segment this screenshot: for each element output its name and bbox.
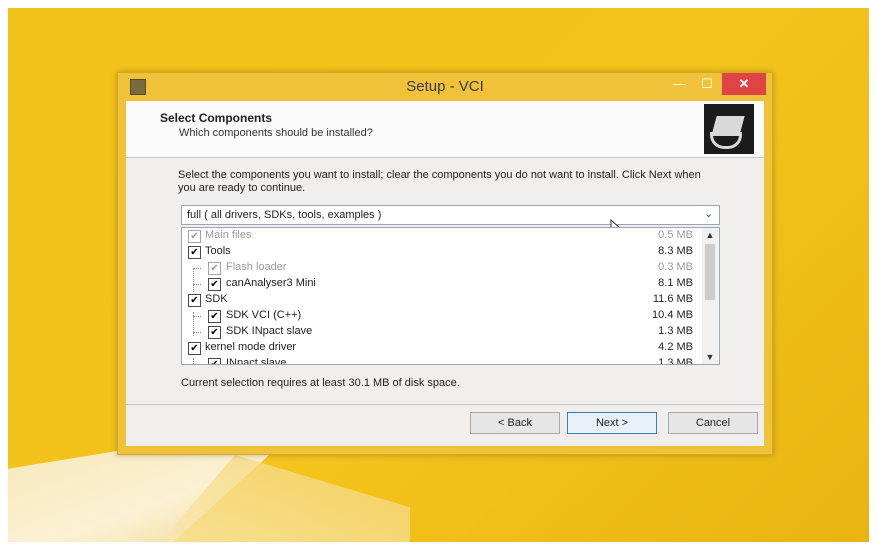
install-type-dropdown[interactable]: full ( all drivers, SDKs, tools, example… (181, 205, 720, 225)
component-label: SDK VCI (C++) (226, 309, 302, 321)
component-size: 4.2 MB (658, 341, 693, 353)
wizard-client-area: Select Components Which components shoul… (126, 101, 764, 446)
back-button[interactable]: < Back (470, 412, 560, 434)
component-checkbox[interactable]: ✔ (208, 278, 221, 291)
disk-space-text: Current selection requires at least 30.1… (181, 377, 460, 389)
close-button[interactable]: ✕ (722, 73, 766, 95)
component-size: 11.6 MB (652, 293, 693, 305)
setup-window: Setup - VCI — ☐ ✕ Select Components Whic… (117, 72, 773, 455)
component-checkbox[interactable]: ✔ (188, 246, 201, 259)
component-size: 10.4 MB (652, 309, 693, 321)
component-label: Tools (205, 245, 231, 257)
component-size: 1.3 MB (658, 325, 693, 337)
component-row-inpact-slave[interactable]: ✔ INpact slave 1.3 MB (182, 356, 702, 365)
disk-install-icon (704, 104, 754, 154)
scroll-thumb[interactable] (705, 244, 715, 300)
component-checkbox[interactable]: ✔ (208, 358, 221, 364)
component-size: 0.5 MB (658, 229, 693, 241)
component-label: SDK (205, 293, 228, 305)
photo-bezel-bottom (0, 542, 877, 550)
component-checkbox[interactable]: ✔ (188, 342, 201, 355)
page-title: Select Components (160, 111, 273, 125)
component-row-sdk-inpact-slave[interactable]: ✔ SDK INpact slave 1.3 MB (182, 324, 702, 340)
title-bar[interactable]: Setup - VCI — ☐ ✕ (118, 73, 772, 101)
component-row-kernel-mode-driver[interactable]: ✔ kernel mode driver 4.2 MB (182, 340, 702, 356)
component-label: SDK INpact slave (226, 325, 313, 337)
next-button[interactable]: Next > (567, 412, 657, 434)
components-list[interactable]: ✔ Main files 0.5 MB ✔ Tools 8.3 MB ✔ Fla… (181, 227, 720, 365)
wizard-header: Select Components Which components shoul… (126, 101, 764, 158)
component-checkbox[interactable]: ✔ (208, 262, 221, 275)
photo-bezel-right (869, 0, 877, 550)
component-size: 0.3 MB (658, 261, 693, 273)
page-subtitle: Which components should be installed? (179, 127, 373, 139)
install-type-selected: full ( all drivers, SDKs, tools, example… (187, 209, 382, 221)
chevron-down-icon[interactable]: ⌄ (704, 205, 713, 223)
footer-divider (126, 404, 764, 405)
component-row-tools[interactable]: ✔ Tools 8.3 MB (182, 244, 702, 260)
maximize-button[interactable]: ☐ (694, 73, 720, 95)
component-checkbox[interactable]: ✔ (188, 230, 201, 243)
photo-bezel-top (0, 0, 877, 8)
instructions-text: Select the components you want to instal… (178, 169, 701, 194)
scroll-down-icon[interactable]: ▼ (702, 350, 718, 364)
component-label: INpact slave (226, 357, 287, 365)
component-label: canAnalyser3 Mini (226, 277, 316, 289)
component-checkbox[interactable]: ✔ (208, 326, 221, 339)
component-size: 1.3 MB (658, 357, 693, 365)
photo-bezel-left (0, 0, 8, 550)
scroll-up-icon[interactable]: ▲ (702, 228, 718, 242)
component-row-main-files[interactable]: ✔ Main files 0.5 MB (182, 228, 702, 244)
minimize-button[interactable]: — (666, 73, 692, 95)
component-size: 8.3 MB (658, 245, 693, 257)
component-row-sdk[interactable]: ✔ SDK 11.6 MB (182, 292, 702, 308)
cancel-button[interactable]: Cancel (668, 412, 758, 434)
component-checkbox[interactable]: ✔ (208, 310, 221, 323)
component-label: kernel mode driver (205, 341, 297, 353)
component-checkbox[interactable]: ✔ (188, 294, 201, 307)
components-scrollbar[interactable]: ▲ ▼ (702, 228, 718, 364)
arrow-shape (710, 132, 742, 149)
component-row-flash-loader[interactable]: ✔ Flash loader 0.3 MB (182, 260, 702, 276)
component-row-sdk-vci[interactable]: ✔ SDK VCI (C++) 10.4 MB (182, 308, 702, 324)
component-size: 8.1 MB (658, 277, 693, 289)
component-row-canalyser3-mini[interactable]: ✔ canAnalyser3 Mini 8.1 MB (182, 276, 702, 292)
component-label: Flash loader (226, 261, 287, 273)
component-label: Main files (205, 229, 252, 241)
